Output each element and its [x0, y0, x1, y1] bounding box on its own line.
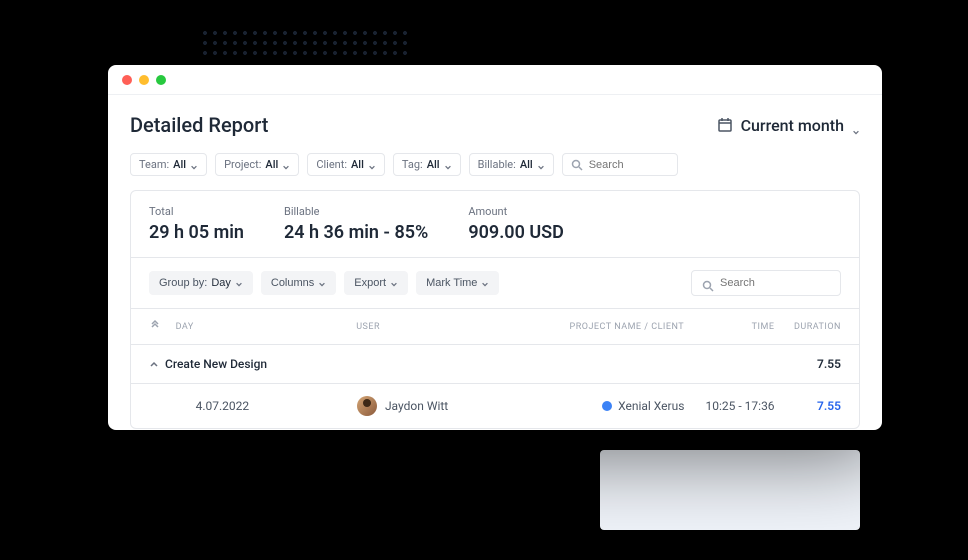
date-range-label: Current month	[741, 116, 844, 135]
report-panel: Total 29 h 05 min Billable 24 h 36 min -…	[130, 190, 860, 429]
chevron-down-icon	[235, 279, 243, 287]
project-color-dot	[602, 401, 612, 411]
col-header-user[interactable]: USER	[356, 322, 527, 332]
row-project: Xenial Xerus	[618, 399, 684, 413]
stat-amount: Amount 909.00 USD	[468, 205, 604, 243]
chevron-down-icon	[282, 161, 290, 169]
filter-tag[interactable]: Tag: All	[393, 153, 461, 176]
chevron-down-icon	[368, 161, 376, 169]
chevron-down-icon	[190, 161, 198, 169]
export-button[interactable]: Export	[344, 271, 408, 295]
page-title: Detailed Report	[130, 113, 268, 137]
chevron-down-icon	[390, 279, 398, 287]
search-icon	[571, 159, 583, 171]
avatar	[357, 396, 377, 416]
search-icon	[702, 277, 714, 289]
columns-button[interactable]: Columns	[261, 271, 336, 295]
row-day: 4.07.2022	[176, 399, 357, 413]
col-header-time[interactable]: TIME	[684, 322, 774, 332]
titlebar	[108, 65, 882, 95]
col-header-day[interactable]: DAY	[176, 322, 357, 332]
group-by-button[interactable]: Group by: Day	[149, 271, 253, 295]
table-search-input[interactable]	[720, 277, 830, 289]
filter-search[interactable]	[562, 153, 678, 176]
close-window-button[interactable]	[122, 75, 132, 85]
calendar-icon	[717, 117, 733, 133]
filter-client[interactable]: Client: All	[307, 153, 385, 176]
chevron-down-icon	[537, 161, 545, 169]
filter-billable[interactable]: Billable: All	[469, 153, 554, 176]
stat-total: Total 29 h 05 min	[149, 205, 284, 243]
stat-billable: Billable 24 h 36 min - 85%	[284, 205, 468, 243]
search-input[interactable]	[589, 159, 669, 171]
table-row[interactable]: 4.07.2022 Jaydon Witt Xenial Xerus 10:25…	[131, 384, 859, 428]
filter-team[interactable]: Team: All	[130, 153, 207, 176]
table-group-row[interactable]: Create New Design 7.55	[131, 345, 859, 384]
app-window: Detailed Report Current month Team: All …	[108, 65, 882, 430]
expand-all-icon[interactable]	[149, 319, 161, 331]
minimize-window-button[interactable]	[139, 75, 149, 85]
table-header: DAY USER PROJECT NAME / CLIENT TIME DURA…	[131, 309, 859, 345]
group-duration: 7.55	[771, 357, 841, 371]
group-name: Create New Design	[165, 357, 267, 371]
table-search[interactable]	[691, 270, 841, 296]
date-range-selector[interactable]: Current month	[717, 116, 860, 135]
chevron-down-icon	[318, 279, 326, 287]
col-header-duration[interactable]: DURATION	[774, 322, 841, 332]
col-header-project[interactable]: PROJECT NAME / CLIENT	[527, 322, 684, 332]
maximize-window-button[interactable]	[156, 75, 166, 85]
chevron-down-icon	[481, 279, 489, 287]
chevron-up-icon[interactable]	[149, 359, 159, 369]
mark-time-button[interactable]: Mark Time	[416, 271, 499, 295]
row-duration: 7.55	[775, 399, 841, 413]
chevron-down-icon	[444, 161, 452, 169]
filter-project[interactable]: Project: All	[215, 153, 299, 176]
row-user: Jaydon Witt	[385, 399, 448, 413]
chevron-down-icon	[852, 121, 860, 129]
row-time: 10:25 - 17:36	[684, 399, 774, 413]
